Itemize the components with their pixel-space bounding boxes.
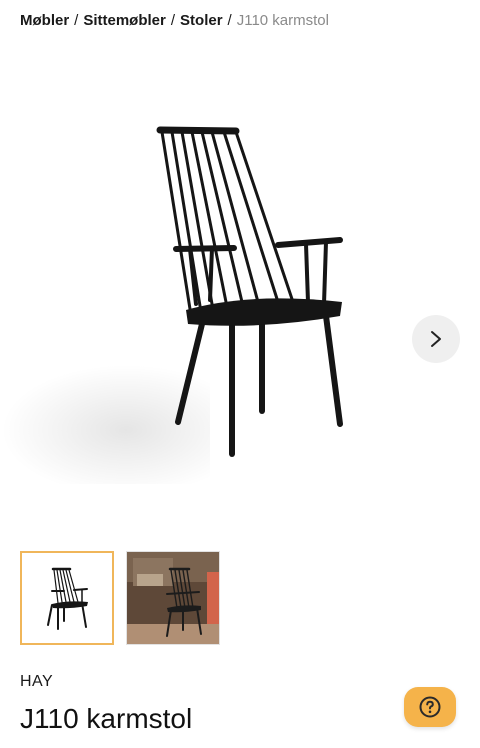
carousel-next-button[interactable] — [412, 315, 460, 363]
breadcrumb-separator: / — [170, 12, 176, 29]
product-image-chair — [156, 126, 343, 457]
help-button[interactable] — [404, 687, 456, 727]
breadcrumb-link-sittemobler[interactable]: Sittemøbler — [83, 12, 166, 29]
product-brand[interactable]: HAY — [20, 673, 53, 691]
breadcrumb-link-mobler[interactable]: Møbler — [20, 12, 69, 29]
breadcrumb-separator: / — [74, 12, 79, 29]
thumbnail-image-room — [127, 552, 219, 644]
thumbnail-product-shot[interactable] — [20, 551, 114, 645]
breadcrumb: Møbler / Sittemøbler / Stoler / J110 karmstol — [20, 11, 329, 31]
thumbnail-image-chair — [47, 567, 88, 630]
thumbnail-room-shot[interactable] — [126, 551, 220, 645]
product-image-carousel[interactable] — [0, 44, 480, 544]
thumbnail-strip — [20, 551, 220, 645]
breadcrumb-current: J110 karmstol — [236, 12, 329, 29]
product-page: Møbler / Sittemøbler / Stoler / J110 karmstol — [0, 0, 480, 748]
chevron-right-icon — [431, 331, 441, 347]
breadcrumb-link-stoler[interactable]: Stoler — [180, 12, 223, 29]
product-title: J110 karmstol — [20, 703, 193, 734]
breadcrumb-separator: / — [227, 12, 232, 29]
question-circle-icon — [419, 696, 441, 718]
